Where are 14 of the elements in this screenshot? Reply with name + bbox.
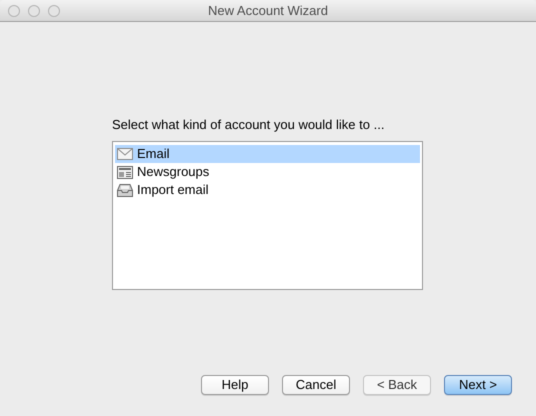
dialog-button[interactable]: Help — [201, 375, 269, 395]
list-item[interactable]: Email — [115, 145, 420, 163]
close-button[interactable] — [8, 4, 20, 16]
zoom-button[interactable] — [48, 4, 60, 16]
list-item[interactable]: Import email — [115, 181, 420, 199]
list-item[interactable]: Newsgroups — [115, 163, 420, 181]
dialog-button[interactable]: Next > — [444, 375, 512, 395]
envelope-icon — [117, 148, 133, 160]
prompt-text: Select what kind of account you would like to ... — [112, 117, 384, 133]
tray-icon — [117, 184, 133, 196]
dialog-button[interactable]: Cancel — [282, 375, 350, 395]
newspaper-icon — [117, 166, 133, 178]
minimize-button[interactable] — [28, 4, 40, 16]
window-title: New Account Wizard — [208, 2, 328, 20]
